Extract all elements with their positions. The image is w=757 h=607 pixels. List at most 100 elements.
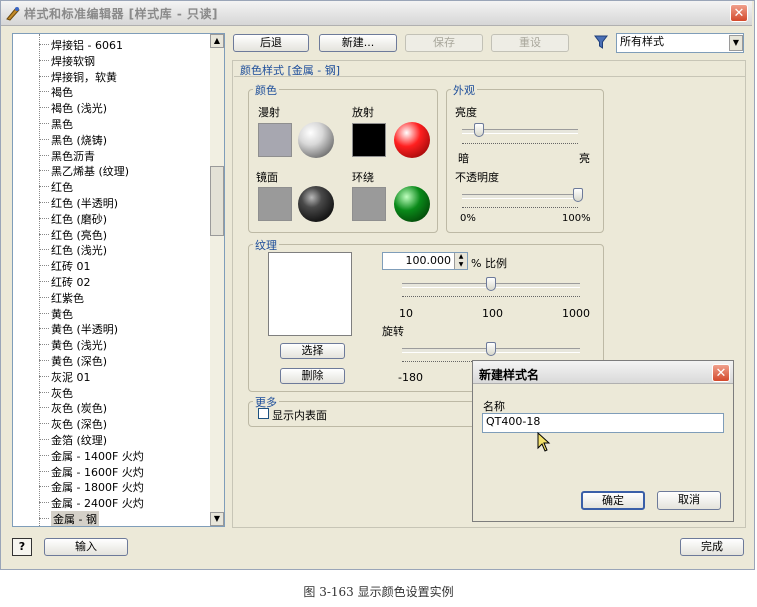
scale-spinner[interactable]: ▲ ▼: [454, 253, 467, 269]
tree-connector: [39, 249, 49, 251]
show-inside-label: 显示内表面: [272, 409, 327, 422]
style-list-item-label: 灰色 (深色): [51, 418, 108, 432]
ok-button[interactable]: 确定: [581, 491, 645, 510]
texture-group-title: 纹理: [253, 237, 279, 253]
tree-connector: [39, 107, 49, 109]
scale-value: 100.000: [405, 254, 452, 267]
specular-preview-sphere: [298, 186, 334, 222]
opacity-max-label: 100%: [562, 213, 591, 224]
brightness-bright-label: 亮: [579, 152, 590, 165]
tree-connector: [39, 170, 49, 172]
tree-connector: [39, 344, 49, 346]
select-texture-button[interactable]: 选择: [280, 343, 345, 359]
style-list-item-label: 红砖 02: [51, 276, 91, 289]
tree-connector: [39, 265, 49, 267]
new-style-button[interactable]: 新建...: [319, 34, 397, 52]
window-close-button[interactable]: ✕: [730, 4, 748, 22]
style-list-item-label: 灰色 (炭色): [51, 402, 108, 416]
specular-color-swatch[interactable]: [258, 187, 292, 221]
help-button[interactable]: ?: [12, 538, 32, 556]
tree-connector: [39, 391, 49, 393]
diffuse-color-swatch[interactable]: [258, 123, 292, 157]
rotate-slider-handle[interactable]: [486, 342, 496, 356]
rotate-label: 旋转: [382, 325, 404, 338]
tree-connector: [39, 233, 49, 235]
tree-connector: [39, 312, 49, 314]
chevron-down-icon[interactable]: ▼: [729, 35, 743, 51]
style-list-item-label: 褐色 (浅光): [51, 102, 108, 116]
appearance-group-title: 外观: [451, 82, 477, 98]
style-list-item-label: 灰泥 01: [51, 370, 91, 384]
dialog-close-button[interactable]: ✕: [712, 364, 730, 382]
style-list-item-label: 红紫色: [51, 291, 84, 305]
done-button[interactable]: 完成: [680, 538, 744, 556]
specular-label: 镜面: [256, 171, 278, 184]
tree-connector: [39, 518, 49, 519]
tree-connector: [39, 360, 49, 361]
help-icon: ?: [18, 540, 26, 553]
scale-tick-10: 10: [399, 307, 413, 320]
style-list-item-label: 焊接铜，软黄: [51, 70, 117, 84]
delete-texture-button[interactable]: 删除: [280, 368, 345, 384]
scroll-down-button[interactable]: ▼: [210, 512, 224, 526]
style-list-item-label: 金属 - 1600F 火灼: [51, 465, 144, 479]
style-list-item-label: 金属 - 1800F 火灼: [51, 481, 144, 495]
style-list-item-label: 红色 (亮色): [51, 228, 108, 242]
tree-connector: [39, 123, 49, 124]
back-button[interactable]: 后退: [233, 34, 309, 52]
tree-connector: [39, 439, 49, 440]
ambient-preview-sphere: [394, 186, 430, 222]
style-list-scrollbar[interactable]: [210, 34, 224, 526]
reset-button[interactable]: 重设: [491, 34, 569, 52]
scroll-thumb[interactable]: [210, 166, 224, 236]
style-list-item-label: 红色 (磨砂): [51, 212, 108, 226]
opacity-slider-track[interactable]: [462, 194, 578, 199]
opacity-label: 不透明度: [455, 171, 499, 184]
ambient-label: 环绕: [352, 171, 374, 184]
opacity-slider-handle[interactable]: [573, 188, 583, 202]
style-list-item-label: 灰色: [51, 386, 73, 400]
tree-connector: [39, 75, 49, 77]
tree-connector: [39, 91, 49, 93]
filter-icon[interactable]: [593, 34, 609, 50]
style-list-item-label: 褐色: [51, 86, 73, 100]
tree-connector: [39, 407, 49, 409]
scale-slider-handle[interactable]: [486, 277, 496, 291]
brightness-slider-handle[interactable]: [474, 123, 485, 137]
app-icon: [5, 5, 21, 21]
style-list-item-label: 黑色沥青: [51, 149, 95, 163]
style-list-item-label: 金箔 (纹理): [51, 434, 108, 447]
style-list-item-label: 红色 (浅光): [51, 244, 108, 258]
style-filter-select[interactable]: 所有样式: [616, 33, 744, 53]
import-button[interactable]: 输入: [44, 538, 128, 556]
show-inside-checkbox[interactable]: [258, 408, 269, 419]
emissive-color-swatch[interactable]: [352, 123, 386, 157]
mouse-cursor-icon: [537, 431, 551, 452]
style-name-input[interactable]: QT400-18: [482, 413, 724, 433]
tree-connector: [39, 186, 49, 188]
diffuse-label: 漫射: [258, 106, 280, 119]
save-button[interactable]: 保存: [405, 34, 483, 52]
tree-connector: [39, 154, 49, 156]
scroll-up-button[interactable]: ▲: [210, 34, 224, 48]
color-group-title: 颜色: [253, 82, 279, 98]
name-label: 名称: [483, 400, 505, 413]
style-list[interactable]: 焊接铝 - 6061 焊接软钢 焊接铜，软黄 褐色 褐色 (浅光) 黑色 黑色 (烧铸) 黑色…: [12, 33, 225, 527]
style-list-item-label: 焊接铝 - 6061: [51, 39, 123, 52]
style-name-value: QT400-18: [486, 415, 541, 428]
style-list-item-label: 焊接软钢: [51, 54, 95, 68]
style-list-item-label: 金属 - 1400F 火灼: [51, 449, 144, 463]
tree-connector: [39, 138, 49, 140]
tree-connector: [39, 502, 49, 504]
tree-connector: [39, 328, 49, 330]
tree-connector: [39, 423, 49, 425]
figure-caption: 图 3-163 显示颜色设置实例: [303, 585, 454, 599]
opacity-min-label: 0%: [460, 213, 476, 224]
ambient-color-swatch[interactable]: [352, 187, 386, 221]
cancel-button[interactable]: 取消: [657, 491, 721, 510]
emissive-preview-sphere: [394, 122, 430, 158]
scale-ticks: [402, 296, 580, 300]
tree-connector: [39, 59, 49, 61]
scale-tick-100: 100: [482, 307, 503, 320]
new-style-name-dialog: 新建样式名 ✕ 名称 QT400-18 确定 取消: [472, 360, 734, 522]
